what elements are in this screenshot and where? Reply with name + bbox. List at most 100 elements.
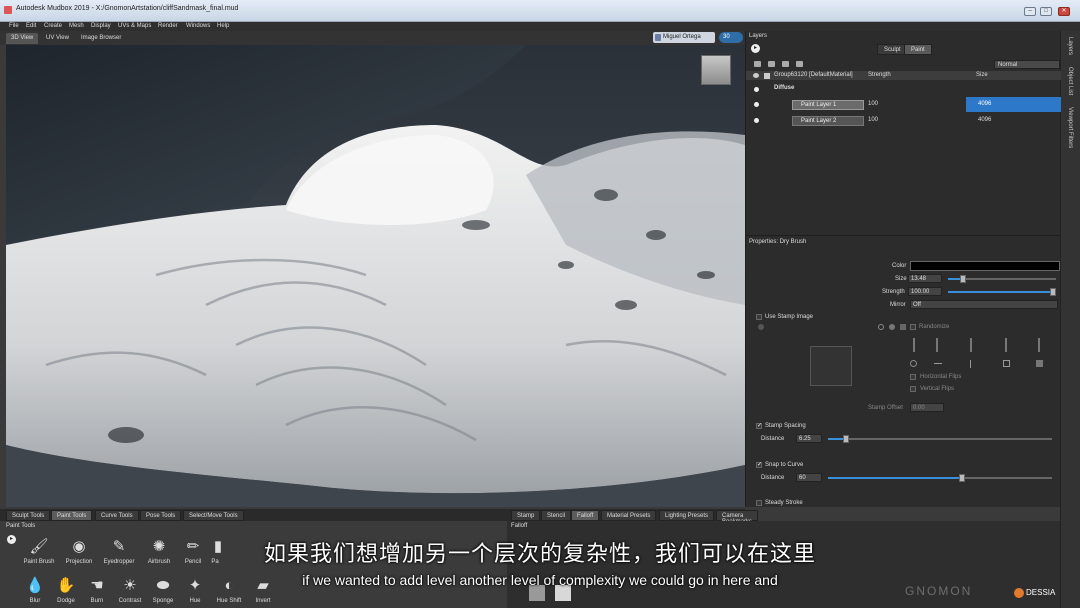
strength-slider-handle[interactable] xyxy=(1050,288,1056,296)
stamp-image-preview[interactable] xyxy=(810,346,852,386)
folder-icon[interactable] xyxy=(782,61,789,67)
size-field[interactable]: 13.48 xyxy=(908,274,942,283)
strength-slider-fill xyxy=(948,291,1056,293)
tab-select-move-tools[interactable]: Select/Move Tools xyxy=(183,510,244,521)
tab-pose-tools[interactable]: Pose Tools xyxy=(140,510,182,521)
new-layer-icon[interactable] xyxy=(754,61,761,67)
tab-lighting-presets[interactable]: Lighting Presets xyxy=(659,510,715,521)
stamp-options-icon[interactable] xyxy=(900,324,906,330)
tab-falloff[interactable]: Falloff xyxy=(571,510,600,521)
opacity-slider[interactable] xyxy=(1038,338,1040,352)
strength-slider[interactable] xyxy=(948,288,1056,296)
stamp-spacing-slider-handle[interactable] xyxy=(843,435,849,443)
blend-mode-dropdown[interactable]: Normal xyxy=(994,60,1060,69)
3d-viewport[interactable] xyxy=(6,45,745,507)
rotate-slider[interactable] xyxy=(913,338,915,352)
menu-edit[interactable]: Edit xyxy=(26,23,36,29)
stamp-offset-label: Stamp Offset xyxy=(868,405,903,411)
refresh-icon[interactable] xyxy=(878,324,884,330)
color-swatch[interactable] xyxy=(910,261,1060,271)
menu-render[interactable]: Render xyxy=(158,23,178,29)
tab-camera-bookmarks[interactable]: Camera Bookmarks xyxy=(716,510,758,525)
layers-column-header: Group63120 [DefaultMaterial] Strength Si… xyxy=(746,71,1061,80)
stamp-spacing-distance-field[interactable]: 6.25 xyxy=(796,434,822,443)
size-slider-handle[interactable] xyxy=(960,275,966,283)
right-side-strip: Layers Object List Viewport Filters xyxy=(1060,31,1080,608)
menu-uvs-maps[interactable]: UVs & Maps xyxy=(118,23,151,29)
horizontal-flips-checkbox[interactable] xyxy=(910,374,916,380)
brand-logo-icon xyxy=(1014,588,1024,598)
vertical-flips-checkbox[interactable] xyxy=(910,386,916,392)
app-icon xyxy=(4,6,12,14)
layer-name[interactable]: Paint Layer 2 xyxy=(792,116,864,126)
layer-strength: 100 xyxy=(868,101,879,107)
snap-distance-slider-handle[interactable] xyxy=(959,474,965,482)
eye-icon[interactable] xyxy=(889,324,895,330)
layer-row[interactable]: Paint Layer 2 100 4096 xyxy=(746,113,1061,128)
maximize-button[interactable]: □ xyxy=(1040,7,1052,16)
tab-stencil[interactable]: Stencil xyxy=(541,510,572,521)
vertical-offset-slider[interactable] xyxy=(970,338,972,352)
tab-image-browser[interactable]: Image Browser xyxy=(76,33,126,44)
steady-stroke-checkbox[interactable] xyxy=(756,500,762,506)
delete-layer-icon[interactable] xyxy=(796,61,803,67)
visibility-toggle-icon[interactable] xyxy=(754,118,759,123)
visibility-toggle-icon[interactable] xyxy=(754,87,759,92)
user-account-button[interactable]: Miguel Ortega xyxy=(653,32,715,43)
visibility-header-icon xyxy=(753,73,759,78)
user-icon xyxy=(655,34,661,41)
arrow-right-icon[interactable]: ▸ xyxy=(751,44,760,53)
menu-file[interactable]: File xyxy=(9,23,19,29)
menu-mesh[interactable]: Mesh xyxy=(69,23,84,29)
duplicate-layer-icon[interactable] xyxy=(768,61,775,67)
sculpt-mesh-render[interactable] xyxy=(6,45,745,507)
tab-material-presets[interactable]: Material Presets xyxy=(601,510,657,521)
gnomon-watermark: GNOMON xyxy=(905,584,973,598)
stamp-spacing-checkbox[interactable]: ✓ xyxy=(756,423,762,429)
view-cube[interactable] xyxy=(701,55,731,85)
tab-stamp[interactable]: Stamp xyxy=(511,510,541,521)
use-stamp-image-label: Use Stamp Image xyxy=(765,314,814,320)
close-button[interactable]: ✕ xyxy=(1058,7,1070,16)
visibility-toggle-icon[interactable] xyxy=(754,102,759,107)
tab-curve-tools[interactable]: Curve Tools xyxy=(95,510,139,521)
menu-help[interactable]: Help xyxy=(217,23,229,29)
horizontal-offset-slider[interactable] xyxy=(936,338,938,352)
snap-distance-slider[interactable] xyxy=(828,474,1052,482)
help-icon[interactable] xyxy=(758,324,764,330)
notification-badge[interactable]: 30 xyxy=(719,32,743,43)
stamp-offset-field[interactable]: 0.00 xyxy=(910,403,944,412)
randomize-checkbox[interactable] xyxy=(910,324,916,330)
tab-uv-view[interactable]: UV View xyxy=(41,33,74,44)
vertical-arrows-icon xyxy=(970,360,971,368)
snap-distance-field[interactable]: 60 xyxy=(796,473,822,482)
tab-paint-tools[interactable]: Paint Tools xyxy=(51,510,93,521)
mirror-dropdown[interactable]: Off xyxy=(910,300,1058,309)
size-slider[interactable] xyxy=(948,275,1056,283)
paint-tools-title: Paint Tools xyxy=(6,523,36,529)
stamp-spacing-distance-label: Distance xyxy=(761,436,785,442)
tab-sculpt-tools[interactable]: Sculpt Tools xyxy=(6,510,51,521)
scale-slider[interactable] xyxy=(1005,338,1007,352)
channel-row[interactable]: Diffuse xyxy=(746,82,1061,97)
steady-stroke-label: Steady Stroke xyxy=(765,500,803,506)
minimize-button[interactable]: – xyxy=(1024,7,1036,16)
tab-3d-view[interactable]: 3D View xyxy=(6,33,39,44)
layer-row[interactable]: Paint Layer 1 100 4096 xyxy=(746,97,1061,112)
tab-paint[interactable]: Paint xyxy=(904,44,932,55)
use-stamp-image-checkbox[interactable] xyxy=(756,314,762,320)
snap-to-curve-checkbox[interactable]: ✓ xyxy=(756,462,762,468)
object-list-strip-tab[interactable]: Object List xyxy=(1067,67,1073,95)
layers-strip-tab[interactable]: Layers xyxy=(1067,37,1073,55)
snap-distance-label: Distance xyxy=(761,475,785,481)
strength-field[interactable]: 100.00 xyxy=(908,287,942,296)
menu-create[interactable]: Create xyxy=(44,23,62,29)
tool-label: Burn xyxy=(90,598,104,604)
menu-windows[interactable]: Windows xyxy=(186,23,210,29)
viewport-filters-strip-tab[interactable]: Viewport Filters xyxy=(1067,107,1073,148)
layer-name[interactable]: Paint Layer 1 xyxy=(792,100,864,110)
tool-label: Dodge xyxy=(57,598,75,604)
menu-display[interactable]: Display xyxy=(91,23,111,29)
stamp-spacing-slider[interactable] xyxy=(828,435,1052,443)
tool-label: Hue xyxy=(189,598,201,604)
